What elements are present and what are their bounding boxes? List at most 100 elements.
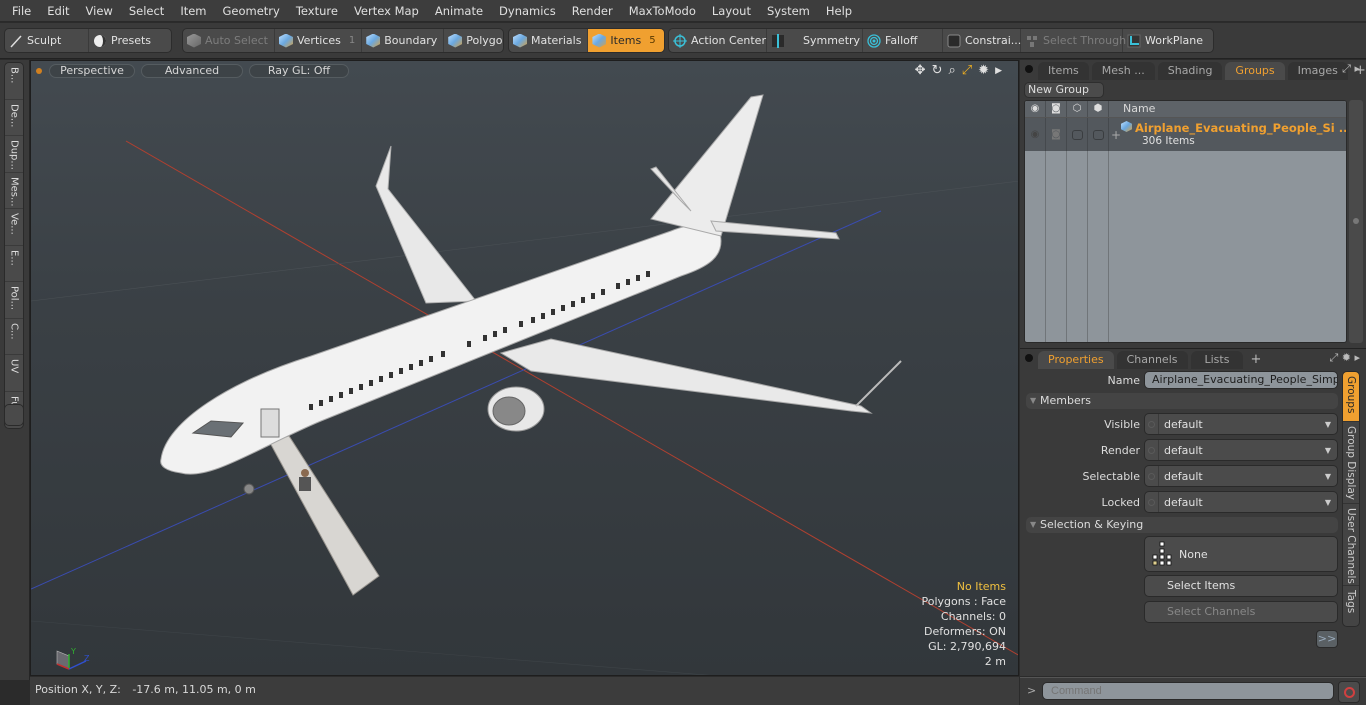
hierarchy-none-button[interactable]: None	[1144, 536, 1338, 572]
left-extra-tab[interactable]	[4, 404, 24, 426]
selectable-dropdown[interactable]: default ▼	[1144, 465, 1338, 487]
tab-groups[interactable]: Groups	[1225, 62, 1285, 80]
tab-shading[interactable]: Shading	[1157, 62, 1223, 80]
rotate-icon[interactable]: ↻	[932, 64, 943, 78]
more-button[interactable]: >>	[1316, 630, 1338, 648]
menu-system[interactable]: System	[759, 0, 818, 22]
group-row[interactable]: ◉ ◙ + Airplane_Evacuating_People_Si ... …	[1025, 118, 1346, 151]
menu-geometry[interactable]: Geometry	[215, 0, 288, 22]
position-label: Position X, Y, Z:	[35, 683, 121, 696]
left-tab-curve[interactable]: C...	[5, 319, 23, 355]
nose-gear	[243, 483, 255, 495]
select-header-icon[interactable]: ⬢	[1088, 101, 1109, 117]
menu-item[interactable]: Item	[172, 0, 214, 22]
zoom-icon[interactable]: ⌕	[948, 64, 955, 78]
3d-viewport[interactable]: Y Z Perspective Advanced Ray GL: Off ✥ ↻…	[30, 60, 1019, 676]
menu-maxtomodo[interactable]: MaxToModo	[621, 0, 704, 22]
tab-properties[interactable]: Properties	[1038, 351, 1114, 369]
panel-expand-icon[interactable]: ⤢ ▸	[1342, 62, 1360, 76]
vertical-stabilizer	[650, 94, 764, 237]
select-items-button[interactable]: Select Items	[1144, 575, 1338, 597]
expand-group-icon[interactable]: +	[1111, 128, 1121, 142]
menu-select[interactable]: Select	[121, 0, 172, 22]
menu-animate[interactable]: Animate	[427, 0, 491, 22]
command-input[interactable]	[1042, 682, 1334, 700]
add-tab-icon[interactable]: +	[1250, 351, 1261, 369]
vertices-button[interactable]: Vertices 1	[275, 29, 363, 52]
menu-edit[interactable]: Edit	[39, 0, 77, 22]
gear-icon[interactable]: ✹	[978, 64, 989, 78]
menu-texture[interactable]: Texture	[288, 0, 346, 22]
select-through-button[interactable]: Select Through	[1021, 29, 1126, 52]
workplane-button[interactable]: WorkPlane	[1123, 29, 1213, 52]
menu-file[interactable]: File	[4, 0, 39, 22]
members-section[interactable]: ▼ Members	[1026, 393, 1338, 409]
side-tab-groups[interactable]: Groups	[1343, 372, 1359, 422]
channels-info: Channels: 0	[940, 610, 1006, 623]
tab-channels[interactable]: Channels	[1116, 351, 1188, 369]
maximize-icon[interactable]: ⤢	[962, 64, 972, 78]
groups-scrollbar[interactable]	[1349, 100, 1363, 343]
deformers-info: Deformers: ON	[924, 625, 1006, 638]
left-tab-duplicate[interactable]: Dup...	[5, 136, 23, 173]
selection-keying-section[interactable]: ▼ Selection & Keying	[1026, 517, 1338, 533]
new-group-button[interactable]: New Group	[1024, 82, 1104, 98]
action-center-button[interactable]: Action Center	[669, 29, 767, 52]
boundary-button[interactable]: Boundary	[362, 29, 445, 52]
left-tab-mesh-edit[interactable]: Mes...	[5, 173, 23, 209]
constraints-button[interactable]: Constrai...	[943, 29, 1021, 52]
items-button[interactable]: Items 5	[588, 29, 664, 52]
tab-items[interactable]: Items	[1038, 62, 1089, 80]
render-header-icon[interactable]: ◙	[1046, 101, 1067, 117]
tab-mesh[interactable]: Mesh ...	[1091, 62, 1155, 80]
view-mode-button[interactable]: Perspective	[49, 64, 135, 78]
raygl-button[interactable]: Ray GL: Off	[249, 64, 349, 78]
select-channels-button[interactable]: Select Channels	[1144, 601, 1338, 623]
side-tab-tags[interactable]: Tags	[1343, 586, 1359, 626]
item-mode-group: Materials Items 5	[508, 28, 665, 53]
auto-select-button[interactable]: Auto Select	[183, 29, 275, 52]
symmetry-button[interactable]: Symmetry	[767, 29, 863, 52]
left-tab-edge[interactable]: E...	[5, 246, 23, 282]
menu-help[interactable]: Help	[818, 0, 860, 22]
panel-menu-dot[interactable]	[1025, 65, 1033, 73]
selection-info: No Items	[956, 580, 1006, 593]
lock-header-icon[interactable]: ⬡	[1067, 101, 1088, 117]
left-tab-polygon[interactable]: Pol...	[5, 282, 23, 319]
sculpt-button[interactable]: Sculpt	[5, 29, 89, 52]
evacuation-slide	[268, 435, 380, 596]
panel-options-icon[interactable]: ⤢ ✹ ▸	[1329, 351, 1360, 365]
visibility-header-icon[interactable]: ◉	[1025, 101, 1046, 117]
tab-images[interactable]: Images	[1287, 62, 1348, 80]
polygons-button[interactable]: Polygons	[444, 29, 503, 52]
side-tab-user-channels[interactable]: User Channels	[1343, 504, 1359, 586]
menu-vertex-map[interactable]: Vertex Map	[346, 0, 427, 22]
group-lock-toggle[interactable]	[1067, 118, 1088, 151]
presets-button[interactable]: Presets	[89, 29, 157, 52]
viewport-menu-dot[interactable]	[36, 68, 42, 74]
group-name-field[interactable]: Airplane_Evacuating_People_SimpleIn	[1144, 371, 1338, 389]
menu-layout[interactable]: Layout	[704, 0, 759, 22]
left-tab-deform[interactable]: De...	[5, 100, 23, 136]
pan-icon[interactable]: ✥	[915, 64, 926, 78]
locked-dropdown[interactable]: default ▼	[1144, 491, 1338, 513]
group-select-toggle[interactable]	[1088, 118, 1109, 151]
record-macro-button[interactable]	[1338, 681, 1360, 703]
left-tab-uv[interactable]: UV	[5, 355, 23, 392]
group-render-toggle[interactable]: ◙	[1046, 118, 1067, 151]
tab-lists[interactable]: Lists	[1190, 351, 1244, 369]
menu-render[interactable]: Render	[564, 0, 621, 22]
left-tab-vertex[interactable]: Ve...	[5, 209, 23, 246]
expand-arrow-icon[interactable]: ▶	[995, 64, 1002, 78]
menu-view[interactable]: View	[78, 0, 121, 22]
panel-menu-dot[interactable]	[1025, 354, 1033, 362]
shading-mode-button[interactable]: Advanced	[141, 64, 243, 78]
menu-dynamics[interactable]: Dynamics	[491, 0, 564, 22]
visible-dropdown[interactable]: default ▼	[1144, 413, 1338, 435]
falloff-button[interactable]: Falloff	[863, 29, 943, 52]
group-visibility-toggle[interactable]: ◉	[1025, 118, 1046, 151]
left-tab-basic[interactable]: B...	[5, 63, 23, 100]
materials-button[interactable]: Materials	[509, 29, 589, 52]
side-tab-group-display[interactable]: Group Display	[1343, 422, 1359, 504]
render-dropdown[interactable]: default ▼	[1144, 439, 1338, 461]
